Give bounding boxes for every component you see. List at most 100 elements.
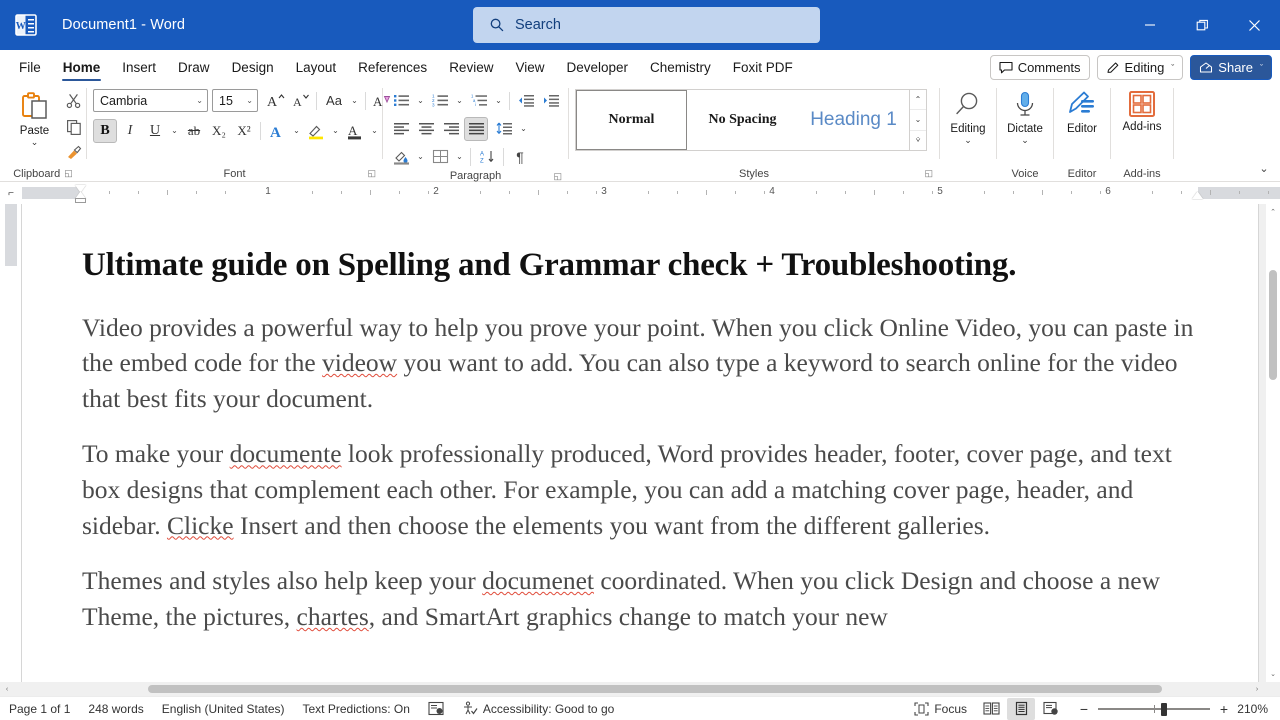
tab-layout[interactable]: Layout — [285, 52, 348, 82]
dictate-button[interactable]: Dictate ⌄ — [998, 87, 1052, 145]
word-count[interactable]: 248 words — [79, 697, 152, 720]
horizontal-ruler[interactable]: 1 2 3 4 5 6 — [22, 182, 1280, 204]
print-layout-button[interactable] — [1007, 697, 1035, 720]
horizontal-scrollbar[interactable]: ‹ › — [0, 682, 1280, 696]
editor-button[interactable]: Editor — [1055, 87, 1109, 136]
line-spacing-dropdown[interactable]: ⌄ — [517, 117, 530, 141]
multilevel-dropdown[interactable]: ⌄ — [492, 89, 505, 113]
shading-button[interactable] — [389, 145, 413, 169]
tab-view[interactable]: View — [504, 52, 555, 82]
styles-dialog-launcher[interactable]: ◱ — [924, 168, 933, 179]
left-indent-marker[interactable] — [75, 198, 86, 203]
proofing-status-button[interactable] — [419, 697, 453, 720]
multilevel-list-button[interactable]: 1 a i — [467, 89, 491, 113]
font-size-combo[interactable]: 15 ⌄ — [212, 89, 258, 112]
line-spacing-button[interactable] — [492, 117, 516, 141]
zoom-level-label[interactable]: 210% — [1234, 702, 1276, 716]
chevron-down-icon[interactable]: ⌄ — [191, 96, 203, 105]
tab-draw[interactable]: Draw — [167, 52, 221, 82]
first-line-indent-marker[interactable] — [75, 185, 86, 192]
tab-references[interactable]: References — [347, 52, 438, 82]
text-predictions-indicator[interactable]: Text Predictions: On — [294, 697, 419, 720]
numbering-button[interactable]: 1 2 3 — [428, 89, 452, 113]
bullets-dropdown[interactable]: ⌄ — [414, 89, 427, 113]
vertical-scroll-track[interactable] — [1266, 220, 1280, 666]
text-effects-dropdown[interactable]: ⌄ — [290, 119, 303, 143]
increase-indent-button[interactable] — [539, 89, 563, 113]
restore-button[interactable] — [1176, 0, 1228, 50]
tab-chemistry[interactable]: Chemistry — [639, 52, 722, 82]
borders-button[interactable] — [428, 145, 452, 169]
text-effects-button[interactable]: A — [265, 119, 289, 143]
bullets-button[interactable] — [389, 89, 413, 113]
document-paragraph-3[interactable]: Themes and styles also help keep your do… — [82, 563, 1196, 634]
editing-mode-button[interactable]: Editing ˇ — [1096, 55, 1184, 80]
italic-button[interactable]: I — [118, 119, 142, 143]
show-formatting-marks-button[interactable]: ¶ — [508, 145, 532, 169]
addins-button[interactable]: Add-ins — [1112, 87, 1172, 134]
highlight-dropdown[interactable]: ⌄ — [329, 119, 342, 143]
font-family-combo[interactable]: Cambria ⌄ — [93, 89, 208, 112]
copy-button[interactable] — [62, 115, 86, 139]
shading-dropdown[interactable]: ⌄ — [414, 145, 427, 169]
minimize-button[interactable] — [1124, 0, 1176, 50]
paste-button[interactable]: Paste ⌄ — [8, 87, 61, 147]
chevron-down-icon[interactable]: ⌄ — [241, 96, 253, 105]
style-heading-1[interactable]: Heading 1 — [798, 90, 909, 150]
accessibility-status-button[interactable]: Accessibility: Good to go — [453, 697, 623, 720]
misspelled-word[interactable]: documenet — [482, 566, 594, 595]
share-button[interactable]: Share ˇ — [1190, 55, 1272, 80]
shrink-font-button[interactable]: A — [288, 89, 312, 113]
tab-insert[interactable]: Insert — [111, 52, 167, 82]
zoom-in-button[interactable]: + — [1214, 698, 1234, 720]
misspelled-word[interactable]: videow — [322, 348, 397, 377]
tab-foxit-pdf[interactable]: Foxit PDF — [722, 52, 804, 82]
align-center-button[interactable] — [414, 117, 438, 141]
styles-more-button[interactable]: ⩒ — [910, 131, 926, 150]
numbering-dropdown[interactable]: ⌄ — [453, 89, 466, 113]
horizontal-scroll-thumb[interactable] — [148, 685, 1162, 693]
bold-button[interactable]: B — [93, 118, 117, 143]
misspelled-word[interactable]: Clicke — [167, 511, 234, 540]
editing-button[interactable]: Editing ⌄ — [941, 87, 995, 145]
change-case-button[interactable]: Aa — [321, 89, 347, 113]
web-layout-button[interactable] — [1037, 698, 1065, 720]
tab-stop-icon[interactable]: ⌐ — [0, 182, 22, 204]
collapse-ribbon-icon[interactable]: ⌄ — [1254, 159, 1274, 177]
underline-button[interactable]: U — [143, 119, 167, 143]
document-paragraph-1[interactable]: Video provides a powerful way to help yo… — [82, 310, 1196, 417]
align-right-button[interactable] — [439, 117, 463, 141]
zoom-out-button[interactable]: − — [1074, 698, 1094, 720]
document-heading[interactable]: Ultimate guide on Spelling and Grammar c… — [82, 246, 1196, 286]
strikethrough-button[interactable]: ab — [182, 119, 206, 143]
font-color-dropdown[interactable]: ⌄ — [368, 119, 381, 143]
scroll-up-button[interactable]: ⌃ — [1266, 204, 1280, 220]
grow-font-button[interactable]: A — [263, 89, 287, 113]
styles-scroll-down-button[interactable]: ⌄ — [910, 110, 926, 131]
right-indent-marker[interactable] — [1192, 192, 1203, 199]
comments-button[interactable]: Comments — [989, 55, 1090, 80]
styles-scroll-up-button[interactable]: ⌃ — [910, 90, 926, 111]
tab-file[interactable]: File — [8, 52, 52, 82]
chevron-down-icon[interactable]: ⌄ — [964, 136, 972, 145]
vertical-scrollbar[interactable]: ⌃ ⌄ — [1266, 204, 1280, 682]
borders-dropdown[interactable]: ⌄ — [453, 145, 466, 169]
clipboard-dialog-launcher[interactable]: ◱ — [64, 168, 73, 179]
scroll-left-button[interactable]: ‹ — [0, 682, 14, 696]
tab-developer[interactable]: Developer — [555, 52, 639, 82]
misspelled-word[interactable]: chartes — [297, 602, 369, 631]
zoom-slider-thumb[interactable] — [1161, 702, 1167, 716]
tab-design[interactable]: Design — [221, 52, 285, 82]
language-indicator[interactable]: English (United States) — [153, 697, 294, 720]
font-dialog-launcher[interactable]: ◱ — [367, 168, 376, 179]
scroll-right-button[interactable]: › — [1250, 682, 1264, 696]
style-no-spacing[interactable]: No Spacing — [687, 90, 798, 150]
chevron-down-icon[interactable]: ⌄ — [1021, 136, 1029, 145]
focus-mode-button[interactable]: Focus — [905, 697, 976, 720]
scroll-down-button[interactable]: ⌄ — [1266, 666, 1280, 682]
vertical-scroll-thumb[interactable] — [1269, 270, 1277, 380]
align-left-button[interactable] — [389, 117, 413, 141]
format-painter-button[interactable] — [62, 141, 86, 165]
decrease-indent-button[interactable] — [514, 89, 538, 113]
page-indicator[interactable]: Page 1 of 1 — [0, 697, 79, 720]
